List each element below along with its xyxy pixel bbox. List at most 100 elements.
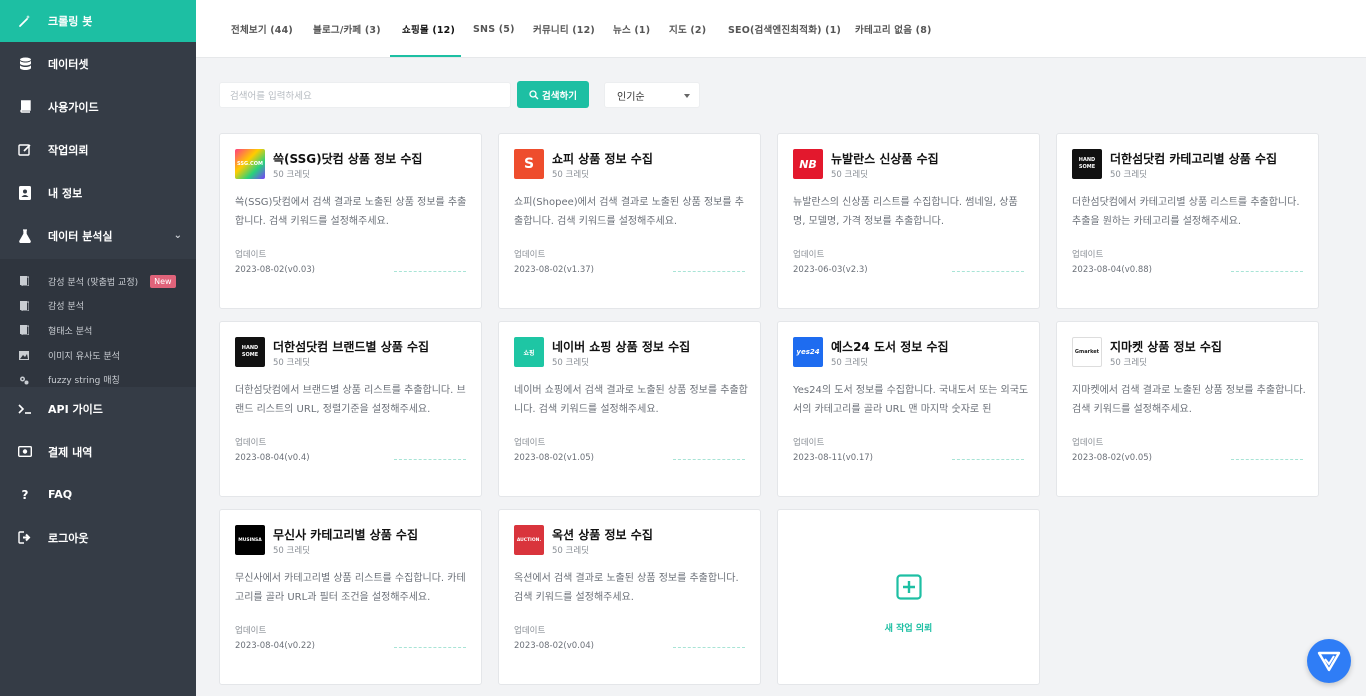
sub-item-image-similarity[interactable]: 이미지 유사도 분석 bbox=[0, 343, 196, 368]
card-credit: 50 크레딧 bbox=[1110, 170, 1147, 180]
sidebar-item-label: 내 정보 bbox=[48, 186, 83, 200]
tab-shopping[interactable]: 쇼핑몰 (12) bbox=[402, 0, 455, 58]
update-label: 업데이트 bbox=[514, 438, 546, 448]
bot-card[interactable]: SSG.COM 쓱(SSG)닷컴 상품 정보 수집 50 크레딧 쓱(SSG)닷… bbox=[219, 133, 482, 309]
sidebar-item-crawling-bot[interactable]: 크롤링 봇 bbox=[0, 0, 196, 42]
sidebar-item-my-info[interactable]: 내 정보 bbox=[0, 171, 196, 214]
logo-text: SSG.COM bbox=[237, 161, 263, 167]
sub-item-morpheme[interactable]: 형태소 분석 bbox=[0, 318, 196, 343]
sub-item-sentiment[interactable]: 감성 분석 bbox=[0, 294, 196, 319]
tab-label: 카테고리 없음 (8) bbox=[855, 25, 932, 36]
card-title: 뉴발란스 신상품 수집 bbox=[831, 152, 939, 166]
bot-card[interactable]: AUCTION. 옥션 상품 정보 수집 50 크레딧 옥션에서 검색 결과로 … bbox=[498, 509, 761, 685]
bot-card[interactable]: S 쇼피 상품 정보 수집 50 크레딧 쇼피(Shopee)에서 검색 결과로… bbox=[498, 133, 761, 309]
bot-card[interactable]: HAND SOME 더한섬닷컴 카테고리별 상품 수집 50 크레딧 더한섬닷컴… bbox=[1056, 133, 1319, 309]
card-description: 지마켓에서 검색 결과로 노출된 상품 정보를 추출합니다. 검색 키워드를 설… bbox=[1072, 385, 1306, 415]
logo-text: NB bbox=[799, 157, 817, 171]
bot-card[interactable]: 쇼핑 네이버 쇼핑 상품 정보 수집 50 크레딧 네이버 쇼핑에서 검색 결과… bbox=[498, 321, 761, 497]
tab-label: 블로그/카페 (3) bbox=[313, 25, 381, 36]
new-request-card[interactable]: 새 작업 의뢰 bbox=[777, 509, 1040, 685]
bot-card[interactable]: MUSINSA 무신사 카테고리별 상품 수집 50 크레딧 무신사에서 카테고… bbox=[219, 509, 482, 685]
tab-map[interactable]: 지도 (2) bbox=[669, 0, 706, 58]
tab-all[interactable]: 전체보기 (44) bbox=[231, 0, 293, 58]
search-button[interactable]: 검색하기 bbox=[517, 81, 589, 108]
update-version: 2023-08-02(v0.03) bbox=[235, 265, 315, 275]
ssg-logo: SSG.COM bbox=[235, 149, 265, 179]
terminal-icon bbox=[18, 402, 32, 416]
card-description: 뉴발란스의 신상품 리스트를 수집합니다. 썸네일, 상품명, 모델명, 가격 … bbox=[793, 197, 1018, 227]
tab-news[interactable]: 뉴스 (1) bbox=[613, 0, 650, 58]
card-credit: 50 크레딧 bbox=[273, 546, 310, 556]
sidebar-item-logout[interactable]: 로그아웃 bbox=[0, 516, 196, 559]
update-version: 2023-08-02(v0.04) bbox=[514, 641, 594, 651]
card-description: 쓱(SSG)닷컴에서 검색 결과로 노출된 상품 정보를 추출합니다. 검색 키… bbox=[235, 197, 467, 227]
tab-seo[interactable]: SEO(검색엔진최적화) (1) bbox=[728, 0, 841, 58]
search-icon bbox=[529, 89, 539, 99]
bot-card[interactable]: NB 뉴발란스 신상품 수집 50 크레딧 뉴발란스의 신상품 리스트를 수집합… bbox=[777, 133, 1040, 309]
usage-sparkline bbox=[394, 271, 466, 272]
sidebar-item-label: API 가이드 bbox=[48, 402, 103, 416]
search-input[interactable]: 검색어를 입력하세요 bbox=[219, 82, 511, 108]
usage-sparkline bbox=[394, 647, 466, 648]
sidebar: 크롤링 봇 데이터셋 사용가이드 작업의뢰 내 정보 데이터 분석실 ⌄ 감성 … bbox=[0, 0, 196, 696]
bot-card[interactable]: yes24 예스24 도서 정보 수집 50 크레딧 Yes24의 도서 정보를… bbox=[777, 321, 1040, 497]
card-description: 네이버 쇼핑에서 검색 결과로 노출된 상품 정보를 추출합니다. 검색 키워드… bbox=[514, 385, 748, 415]
tab-blog-cafe[interactable]: 블로그/카페 (3) bbox=[313, 0, 381, 58]
money-icon bbox=[18, 445, 32, 459]
card-title: 옥션 상품 정보 수집 bbox=[552, 528, 653, 542]
document-icon bbox=[19, 276, 29, 287]
tab-community[interactable]: 커뮤니티 (12) bbox=[533, 0, 595, 58]
card-title: 네이버 쇼핑 상품 정보 수집 bbox=[552, 340, 691, 354]
logo-text: HAND SOME bbox=[241, 345, 259, 358]
database-icon bbox=[18, 57, 32, 71]
sidebar-item-label: FAQ bbox=[48, 488, 73, 501]
sidebar-item-label: 결제 내역 bbox=[48, 445, 93, 459]
naver-shopping-logo: 쇼핑 bbox=[514, 337, 544, 367]
active-tab-indicator bbox=[390, 55, 461, 57]
card-credit: 50 크레딧 bbox=[831, 358, 868, 368]
bot-card[interactable]: HAND SOME 더한섬닷컴 브랜드별 상품 수집 50 크레딧 더한섬닷컴에… bbox=[219, 321, 482, 497]
sidebar-item-request[interactable]: 작업의뢰 bbox=[0, 128, 196, 171]
tab-label: 전체보기 (44) bbox=[231, 25, 293, 36]
usage-sparkline bbox=[1231, 271, 1303, 272]
logo-text: MUSINSA bbox=[238, 537, 262, 543]
sort-select[interactable]: 인기순 bbox=[604, 82, 700, 108]
id-card-icon bbox=[18, 185, 32, 200]
chat-button[interactable] bbox=[1307, 639, 1351, 683]
chevron-down-icon: ⌄ bbox=[173, 230, 182, 241]
card-title: 예스24 도서 정보 수집 bbox=[831, 340, 949, 354]
shopee-logo: S bbox=[514, 149, 544, 179]
logo-text: AUCTION. bbox=[516, 537, 542, 543]
tab-sns[interactable]: SNS (5) bbox=[473, 0, 515, 58]
document-icon bbox=[19, 325, 29, 336]
card-credit: 50 크레딧 bbox=[552, 546, 589, 556]
auction-logo: AUCTION. bbox=[514, 525, 544, 555]
sidebar-item-label: 로그아웃 bbox=[48, 531, 89, 545]
sort-value: 인기순 bbox=[617, 91, 645, 103]
update-label: 업데이트 bbox=[514, 250, 546, 260]
card-description: 더한섬닷컴에서 카테고리별 상품 리스트를 추출합니다. 추출을 원하는 카테고… bbox=[1072, 197, 1300, 227]
sidebar-item-payments[interactable]: 결제 내역 bbox=[0, 430, 196, 473]
sidebar-item-api-guide[interactable]: API 가이드 bbox=[0, 387, 196, 430]
new-badge: New bbox=[150, 274, 176, 288]
card-title: 지마켓 상품 정보 수집 bbox=[1110, 340, 1222, 354]
sub-item-sentiment-spell[interactable]: 감성 분석 (맞춤법 교정) New bbox=[0, 269, 196, 294]
bot-card[interactable]: Gmarket 지마켓 상품 정보 수집 50 크레딧 지마켓에서 검색 결과로… bbox=[1056, 321, 1319, 497]
usage-sparkline bbox=[673, 459, 745, 460]
sidebar-item-guide[interactable]: 사용가이드 bbox=[0, 85, 196, 128]
card-title: 더한섬닷컴 브랜드별 상품 수집 bbox=[273, 340, 430, 354]
tab-label: 지도 (2) bbox=[669, 25, 707, 36]
card-description: 쇼피(Shopee)에서 검색 결과로 노출된 상품 정보를 추출합니다. 검색… bbox=[514, 197, 744, 227]
sidebar-item-faq[interactable]: ? FAQ bbox=[0, 473, 196, 516]
logo-text: HAND SOME bbox=[1078, 157, 1096, 170]
card-description: 더한섬닷컴에서 브랜드별 상품 리스트를 추출합니다. 브랜드 리스트의 URL… bbox=[235, 385, 466, 415]
update-version: 2023-08-02(v1.05) bbox=[514, 453, 594, 463]
update-version: 2023-08-04(v0.88) bbox=[1072, 265, 1152, 275]
sub-item-label: 감성 분석 bbox=[48, 302, 84, 313]
sidebar-item-label: 데이터 분석실 bbox=[48, 229, 113, 243]
sidebar-item-label: 크롤링 봇 bbox=[48, 15, 93, 28]
sidebar-item-dataset[interactable]: 데이터셋 bbox=[0, 42, 196, 85]
sidebar-item-analysis[interactable]: 데이터 분석실 ⌄ bbox=[0, 214, 196, 257]
search-placeholder: 검색어를 입력하세요 bbox=[230, 91, 312, 102]
tab-uncategorized[interactable]: 카테고리 없음 (8) bbox=[855, 0, 932, 58]
